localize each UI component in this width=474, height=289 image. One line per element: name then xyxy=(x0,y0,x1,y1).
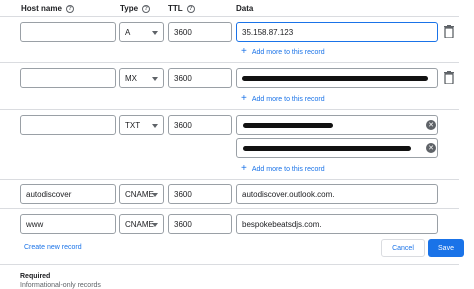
column-header-label: TTL xyxy=(168,4,183,13)
column-header-label: Host name xyxy=(21,4,62,13)
trash-icon[interactable] xyxy=(443,25,455,38)
record-type-value: A xyxy=(125,27,131,37)
data-input[interactable] xyxy=(236,68,438,88)
redacted-value xyxy=(242,76,428,81)
host-name-input[interactable] xyxy=(20,68,116,88)
host-name-input[interactable] xyxy=(20,115,116,135)
add-more-label: Add more to this record xyxy=(251,165,325,173)
record-type-value: TXT xyxy=(125,120,141,130)
add-more-to-record-link[interactable]: + Add more to this record xyxy=(241,164,325,174)
record-type-select[interactable]: MX xyxy=(119,68,164,88)
clear-icon[interactable]: ✕ xyxy=(426,143,436,153)
divider xyxy=(0,208,459,209)
caret-down-icon xyxy=(152,193,158,197)
caret-down-icon xyxy=(152,223,158,227)
redacted-value xyxy=(243,123,333,128)
caret-down-icon xyxy=(152,77,158,81)
host-name-input[interactable] xyxy=(20,22,116,42)
section-subtitle: Informational-only records xyxy=(20,282,101,289)
records-table-header: Host name ? Type ? TTL ? Data xyxy=(0,0,474,16)
add-more-label: Add more to this record xyxy=(251,95,325,103)
ttl-input[interactable]: 3600 xyxy=(168,214,232,234)
add-more-to-record-link[interactable]: + Add more to this record xyxy=(241,47,325,57)
add-more-to-record-link[interactable]: + Add more to this record xyxy=(241,94,325,104)
divider xyxy=(0,179,459,180)
record-type-value: MX xyxy=(125,73,137,83)
help-icon[interactable]: ? xyxy=(142,4,151,13)
add-more-label: Add more to this record xyxy=(251,48,325,56)
divider xyxy=(0,109,459,110)
column-header-label: Type xyxy=(120,4,139,13)
ttl-input[interactable]: 3600 xyxy=(168,184,232,204)
data-input[interactable] xyxy=(236,138,438,158)
column-header-ttl: TTL ? xyxy=(168,4,195,13)
data-input[interactable]: 35.158.87.123 xyxy=(236,22,438,42)
cancel-button[interactable]: Cancel xyxy=(381,239,425,257)
save-button[interactable]: Save xyxy=(428,239,464,257)
host-name-input[interactable]: www xyxy=(20,214,116,234)
create-new-record-link[interactable]: Create new record xyxy=(24,244,82,251)
record-type-select[interactable]: CNAME xyxy=(119,184,164,204)
ttl-input[interactable]: 3600 xyxy=(168,115,232,135)
ttl-input[interactable]: 3600 xyxy=(168,22,232,42)
caret-down-icon xyxy=(152,124,158,128)
data-input[interactable] xyxy=(236,115,438,135)
plus-icon: + xyxy=(241,163,247,174)
caret-down-icon xyxy=(152,31,158,35)
divider xyxy=(0,62,459,63)
ttl-input[interactable]: 3600 xyxy=(168,68,232,88)
record-type-select[interactable]: CNAME xyxy=(119,214,164,234)
section-title-required: Required xyxy=(20,273,51,280)
help-icon[interactable]: ? xyxy=(186,4,195,13)
data-input[interactable]: autodiscover.outlook.com. xyxy=(236,184,438,204)
column-header-data: Data xyxy=(236,4,253,13)
host-name-input[interactable]: autodiscover xyxy=(20,184,116,204)
record-type-value: CNAME xyxy=(125,219,154,229)
help-icon[interactable]: ? xyxy=(65,4,74,13)
divider xyxy=(0,16,459,17)
record-type-select[interactable]: TXT xyxy=(119,115,164,135)
column-header-label: Data xyxy=(236,4,254,13)
redacted-value xyxy=(243,146,411,151)
record-type-select[interactable]: A xyxy=(119,22,164,42)
trash-icon[interactable] xyxy=(443,71,455,84)
divider xyxy=(0,264,459,265)
record-type-value: CNAME xyxy=(125,189,154,199)
column-header-host-name: Host name ? xyxy=(21,4,74,13)
data-input[interactable]: bespokebeatsdjs.com. xyxy=(236,214,438,234)
plus-icon: + xyxy=(241,46,247,57)
column-header-type: Type ? xyxy=(120,4,151,13)
plus-icon: + xyxy=(241,93,247,104)
clear-icon[interactable]: ✕ xyxy=(426,120,436,130)
